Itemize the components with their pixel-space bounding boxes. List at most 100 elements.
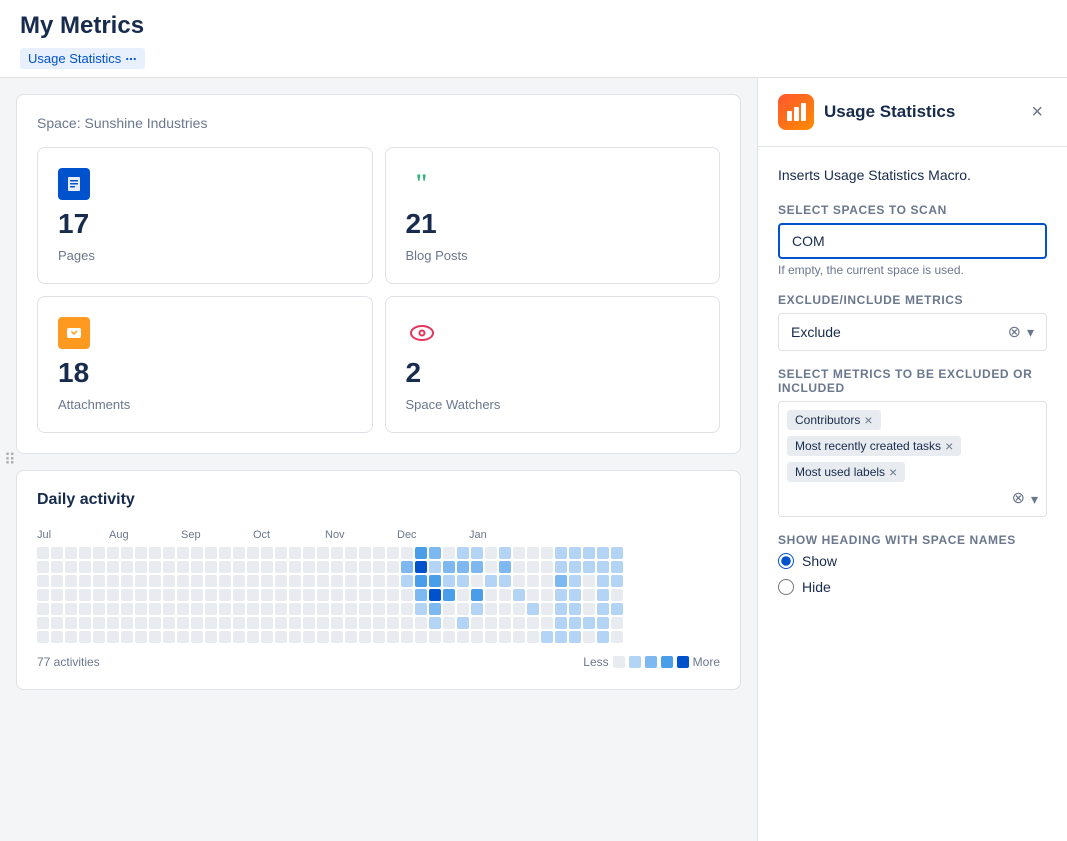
tag-contributors-remove[interactable]: × — [864, 413, 872, 427]
spaces-input[interactable] — [778, 223, 1047, 259]
tag-recently-remove[interactable]: × — [945, 439, 953, 453]
metric-pages: 17 Pages — [37, 147, 373, 284]
main-layout: ⠿ Space: Sunshine Industries 17 Pages " … — [0, 78, 1067, 841]
heatmap-cell — [583, 561, 595, 573]
heatmap-cell — [443, 547, 455, 559]
heatmap-cell — [65, 617, 77, 629]
heatmap-cell — [457, 631, 469, 643]
heatmap-cell — [289, 589, 301, 601]
heatmap-cell — [79, 617, 91, 629]
heatmap-cell — [611, 603, 623, 615]
tag-recently: Most recently created tasks × — [787, 436, 961, 456]
heatmap-cell — [261, 603, 273, 615]
heatmap-cell — [331, 547, 343, 559]
heatmap-cell — [443, 589, 455, 601]
heatmap-cell — [135, 575, 147, 587]
heatmap-cell — [429, 589, 441, 601]
tags-clear-icon[interactable]: ⊗ — [1012, 488, 1025, 508]
heatmap-cell — [205, 603, 217, 615]
select-clear-icon[interactable]: ⊗ — [1008, 322, 1021, 342]
heatmap-cell — [275, 561, 287, 573]
heatmap-cell — [261, 631, 273, 643]
heatmap-cell — [415, 547, 427, 559]
spaces-hint: If empty, the current space is used. — [778, 263, 1047, 277]
radio-hide-label[interactable]: Hide — [778, 579, 1047, 595]
heatmap-cell — [513, 561, 525, 573]
pages-icon — [58, 168, 90, 200]
radio-group: Show Hide — [778, 553, 1047, 595]
month-dec: Dec — [397, 529, 469, 541]
heatmap-cell — [443, 631, 455, 643]
heatmap-cell — [513, 617, 525, 629]
heatmap-cell — [541, 603, 553, 615]
heatmap-cell — [401, 547, 413, 559]
month-nov: Nov — [325, 529, 397, 541]
heatmap-cell — [555, 575, 567, 587]
heatmap-cell — [205, 589, 217, 601]
heatmap-cell — [583, 631, 595, 643]
heatmap-cell — [485, 561, 497, 573]
radio-show-label[interactable]: Show — [778, 553, 1047, 569]
heatmap-cell — [513, 589, 525, 601]
heatmap-cell — [233, 631, 245, 643]
heatmap-cell — [387, 617, 399, 629]
attachments-value: 18 — [58, 357, 352, 389]
heatmap-cell — [289, 603, 301, 615]
month-aug: Aug — [109, 529, 181, 541]
select-arrow-icon[interactable]: ▾ — [1027, 324, 1034, 341]
heatmap-cell — [359, 603, 371, 615]
heatmap-cell — [345, 547, 357, 559]
heatmap-cell — [443, 617, 455, 629]
heatmap-cell — [191, 575, 203, 587]
heatmap-cell — [401, 561, 413, 573]
heatmap-cell — [247, 631, 259, 643]
heatmap-cell — [289, 631, 301, 643]
heatmap-cell — [51, 547, 63, 559]
heatmap-cell — [37, 589, 49, 601]
heatmap-cell — [443, 575, 455, 587]
heatmap-cell — [555, 561, 567, 573]
metrics-select[interactable]: Exclude ⊗ ▾ — [778, 313, 1047, 351]
month-jul: Jul — [37, 529, 109, 541]
heatmap-cell — [37, 603, 49, 615]
heatmap-cell — [555, 617, 567, 629]
heatmap-cell — [429, 575, 441, 587]
tags-label: Select metrics to be excluded or include… — [778, 367, 1047, 395]
heatmap-cell — [527, 589, 539, 601]
heatmap-cell — [597, 603, 609, 615]
heatmap-cell — [541, 589, 553, 601]
heatmap-cell — [359, 575, 371, 587]
heatmap-cell — [499, 575, 511, 587]
heatmap-cell — [401, 617, 413, 629]
heatmap-cell — [485, 617, 497, 629]
drag-handle[interactable]: ⠿ — [4, 450, 16, 470]
heatmap-cell — [373, 547, 385, 559]
heatmap-cell — [611, 617, 623, 629]
heatmap-cell — [107, 561, 119, 573]
heatmap-cell — [303, 561, 315, 573]
tag-contributors: Contributors × — [787, 410, 881, 430]
radio-hide[interactable] — [778, 579, 794, 595]
radio-show[interactable] — [778, 553, 794, 569]
activity-footer: 77 activities Less More — [37, 655, 720, 669]
heatmap-cell — [387, 589, 399, 601]
settings-icon — [125, 53, 137, 65]
tag-labels-remove[interactable]: × — [889, 465, 897, 479]
heatmap-cell — [177, 561, 189, 573]
tags-arrow-icon[interactable]: ▾ — [1031, 491, 1038, 508]
breadcrumb-tag[interactable]: Usage Statistics — [20, 48, 145, 69]
heatmap-legend: Less More — [583, 655, 720, 669]
heatmap-cell — [65, 589, 77, 601]
tag-labels-label: Most used labels — [795, 465, 885, 479]
heatmap-cell — [37, 547, 49, 559]
heatmap-cell — [51, 603, 63, 615]
heatmap-cell — [233, 603, 245, 615]
heatmap-cell — [359, 589, 371, 601]
heatmap-cell — [583, 589, 595, 601]
heatmap-cell — [611, 561, 623, 573]
heatmap-cell — [569, 631, 581, 643]
heatmap-cell — [261, 561, 273, 573]
heatmap-cell — [317, 631, 329, 643]
legend-2 — [645, 656, 657, 668]
close-button[interactable]: × — [1027, 98, 1047, 126]
